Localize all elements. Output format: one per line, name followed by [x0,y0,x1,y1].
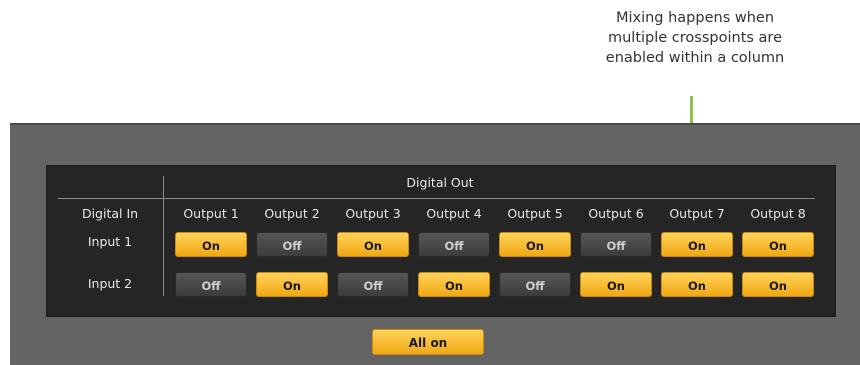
crosspoint-toggle-button[interactable]: On [742,232,814,257]
output-header: Output 4 [426,206,482,221]
annotation-line: Mixing happens when [615,10,775,26]
digital-out-header: Digital Out [406,175,474,190]
crosspoint-toggle-button[interactable]: On [418,272,490,297]
all-on-button[interactable]: All on [372,329,484,355]
crosspoint-toggle-button[interactable]: On [175,232,247,257]
input-label: Input 2 [87,276,133,291]
crosspoint-toggle-button[interactable]: On [661,232,733,257]
crosspoint-toggle-button[interactable]: On [661,272,733,297]
crosspoint-toggle-button[interactable]: Off [337,272,409,297]
output-header: Output 7 [669,206,725,221]
output-header: Output 5 [507,206,563,221]
header-divider [58,198,815,199]
output-header: Output 6 [588,206,644,221]
output-header: Output 2 [264,206,320,221]
crosspoint-toggle-button[interactable]: Off [418,232,490,257]
crosspoint-toggle-button[interactable]: Off [580,232,652,257]
annotation-line: multiple crosspoints are [607,30,782,46]
crosspoint-toggle-button[interactable]: On [256,272,328,297]
digital-in-header: Digital In [81,206,139,221]
output-header: Output 3 [345,206,401,221]
output-header: Output 1 [183,206,239,221]
crosspoint-toggle-button[interactable]: On [742,272,814,297]
crosspoint-toggle-button[interactable]: Off [175,272,247,297]
crosspoint-toggle-button[interactable]: On [580,272,652,297]
annotation-line: enabled within a column [605,50,785,66]
annotation-note: Mixing happens when multiple crosspoints… [560,8,830,68]
crosspoint-toggle-button[interactable]: Off [499,272,571,297]
input-label: Input 1 [87,234,133,249]
crosspoint-toggle-button[interactable]: Off [256,232,328,257]
column-divider [163,176,164,296]
crosspoint-toggle-button[interactable]: On [337,232,409,257]
crosspoint-toggle-button[interactable]: On [499,232,571,257]
output-header: Output 8 [750,206,806,221]
